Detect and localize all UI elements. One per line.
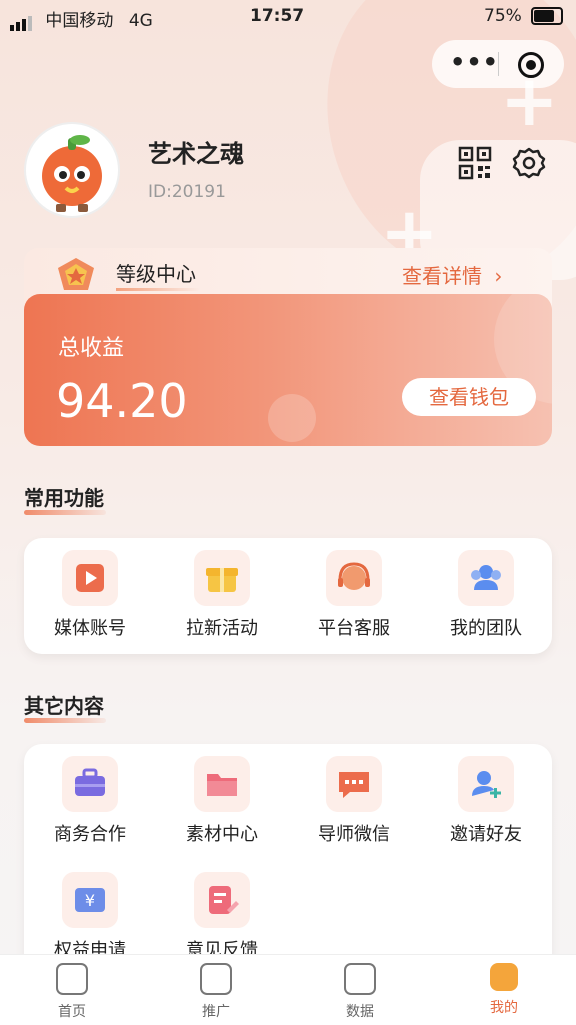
status-time: 17:57	[250, 6, 305, 26]
feedback-item[interactable]: 意见反馈	[156, 872, 288, 962]
my-team-item[interactable]: 我的团队	[420, 550, 552, 640]
earnings-card: 总收益 94.20 查看钱包	[24, 294, 552, 446]
item-label: 平台客服	[318, 618, 390, 639]
mini-program-capsule: •••	[432, 40, 564, 88]
network-label: 4G	[128, 11, 153, 31]
more-dots-icon[interactable]: •••	[450, 48, 499, 76]
tab-label: 推广	[202, 1004, 230, 1020]
signal-icon	[10, 11, 34, 31]
status-bar: 中国移动 4G 17:57 75%	[0, 0, 576, 32]
view-details-link[interactable]: 查看详情 ›	[402, 260, 502, 289]
team-icon	[458, 550, 514, 606]
level-center-title: 等级中心	[116, 258, 200, 291]
customer-service-item[interactable]: 平台客服	[288, 550, 420, 640]
item-label: 我的团队	[450, 618, 522, 639]
business-cooperation-item[interactable]: 商务合作	[24, 756, 156, 846]
item-label: 邀请好友	[450, 824, 522, 845]
media-account-item[interactable]: 媒体账号	[24, 550, 156, 640]
capsule-divider	[498, 52, 499, 76]
bottom-tab-bar: 首页 推广 数据 我的	[0, 954, 576, 1025]
total-earnings-label: 总收益	[58, 336, 125, 361]
view-wallet-button[interactable]: 查看钱包	[402, 378, 536, 416]
tab-label: 首页	[58, 1004, 86, 1020]
home-icon	[56, 963, 88, 995]
share-icon	[200, 963, 232, 995]
item-label: 拉新活动	[186, 618, 258, 639]
tab-label: 我的	[490, 1000, 518, 1016]
item-label: 导师微信	[318, 824, 390, 845]
headset-icon	[326, 550, 382, 606]
battery-icon	[531, 7, 564, 25]
view-details-label: 查看详情	[402, 264, 482, 288]
gear-icon[interactable]	[512, 146, 546, 180]
referral-activity-item[interactable]: 拉新活动	[156, 550, 288, 640]
qr-code-icon[interactable]	[458, 146, 492, 180]
tab-promote[interactable]: 推广	[166, 963, 266, 1021]
item-label: 商务合作	[54, 824, 126, 845]
item-label: 媒体账号	[54, 618, 126, 639]
svg-text:¥: ¥	[85, 891, 95, 910]
user-name: 艺术之魂	[148, 140, 244, 168]
decorative-circle	[268, 394, 316, 442]
profile-icon	[490, 963, 518, 991]
chat-icon	[326, 756, 382, 812]
briefcase-icon	[62, 756, 118, 812]
carrier-label: 中国移动	[45, 11, 114, 31]
video-icon	[62, 550, 118, 606]
add-user-icon	[458, 756, 514, 812]
mentor-wechat-item[interactable]: 导师微信	[288, 756, 420, 846]
other-content-title: 其它内容	[24, 690, 106, 723]
battery-percent: 75%	[484, 6, 522, 26]
tab-home[interactable]: 首页	[22, 963, 122, 1021]
other-content-card: 商务合作 素材中心 导师微信 邀请好友 ¥ 权益申请 意见反馈	[24, 744, 552, 984]
ticket-icon: ¥	[62, 872, 118, 928]
folder-icon	[194, 756, 250, 812]
gift-icon	[194, 550, 250, 606]
target-circle-icon[interactable]	[518, 52, 544, 78]
tab-label: 数据	[346, 1004, 374, 1020]
total-earnings-amount: 94.20	[56, 374, 188, 428]
tab-data[interactable]: 数据	[310, 963, 410, 1021]
tab-mine[interactable]: 我的	[454, 963, 554, 1017]
crown-badge-icon	[54, 254, 98, 294]
chevron-right-icon: ›	[494, 264, 503, 288]
avatar[interactable]	[24, 122, 120, 218]
item-label: 素材中心	[186, 824, 258, 845]
material-center-item[interactable]: 素材中心	[156, 756, 288, 846]
user-id: ID:20191	[148, 182, 226, 202]
invite-friends-item[interactable]: 邀请好友	[420, 756, 552, 846]
feedback-icon	[194, 872, 250, 928]
common-functions-card: 媒体账号 拉新活动 平台客服 我的团队	[24, 538, 552, 654]
chart-icon	[344, 963, 376, 995]
avatar-image	[42, 135, 102, 212]
common-functions-title: 常用功能	[24, 482, 106, 515]
benefit-application-item[interactable]: ¥ 权益申请	[24, 872, 156, 962]
